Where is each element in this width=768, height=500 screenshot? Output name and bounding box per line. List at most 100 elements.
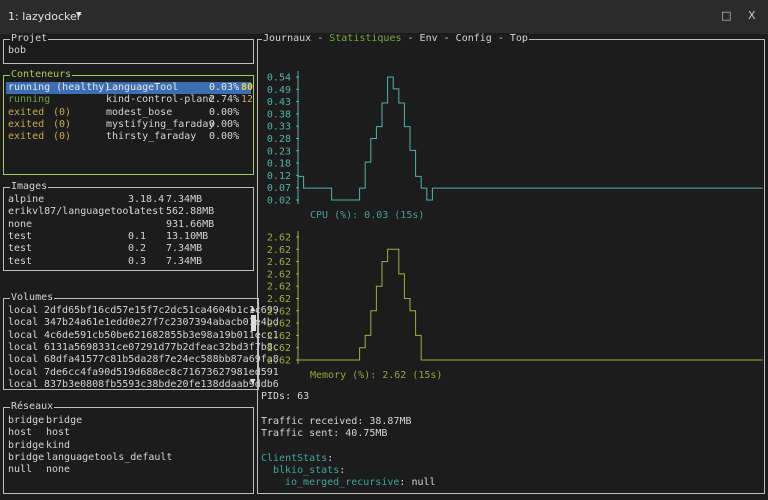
main-panel[interactable]: Journaux - Statistiques - Env - Config -… xyxy=(257,33,765,494)
io-merged-line: io_merged_recursive: null xyxy=(285,477,436,488)
volume-driver: local xyxy=(8,378,39,390)
volume-driver: local xyxy=(8,317,39,329)
y-tick-label: 0.18 xyxy=(267,159,291,170)
container-cpu: 0.00% xyxy=(209,106,240,118)
image-row[interactable]: erikvl87/languagetool latest 562.88MB xyxy=(6,206,251,218)
panel-title: Conteneurs xyxy=(10,69,73,81)
image-row[interactable]: test 0.2 7.34MB xyxy=(6,243,251,255)
container-cpu: 0.00% xyxy=(209,118,240,130)
container-name: thirsty_faraday xyxy=(106,131,197,143)
volume-name: 837b3e0808fb5593c38bde20fe138ddaab9ddb6 xyxy=(44,378,279,390)
volume-name: 6131a5698331ce07291d77b2dfeac32bd3f7b8c xyxy=(44,341,279,353)
container-row[interactable]: running (healthy) LanguageTool 0.03% 80 xyxy=(6,82,253,94)
volume-name: 4c6de591cb50be621682855b3e98a19b011ecc1 xyxy=(44,329,279,341)
container-exit-code: (0) xyxy=(53,106,72,118)
volume-name: 2dfd65bf16cd57e15f7c2dc51ca4604b1c1c699 xyxy=(44,305,279,316)
network-row[interactable]: null none xyxy=(6,464,251,476)
scroll-up-icon[interactable]: ▲ xyxy=(250,304,257,314)
panel-title: Réseaux xyxy=(10,401,55,413)
volume-row[interactable]: local 837b3e0808fb5593c38bde20fe138ddaab9… xyxy=(6,378,279,391)
traffic-received: Traffic received: 38.87MB xyxy=(261,416,412,427)
volume-driver: local xyxy=(8,354,39,366)
y-tick-label: 0.02 xyxy=(267,196,291,207)
client-stats-key: ClientStats xyxy=(261,453,328,464)
memory-chart: 2.622.622.622.622.622.622.622.622.622.62… xyxy=(267,231,763,381)
blkio-key: blkio_stats xyxy=(273,465,340,476)
y-tick-label: 2.62 xyxy=(267,282,291,293)
y-tick-label: 0.23 xyxy=(267,146,291,157)
panel-title: Volumes xyxy=(10,292,55,304)
image-name: test xyxy=(8,243,33,255)
container-row[interactable]: running kind-control-plane 2.74% 12 xyxy=(6,94,254,106)
window-titlebar: 1: lazydocker ▼ □ X xyxy=(0,0,768,34)
y-tick-label: 2.62 xyxy=(267,319,291,330)
image-row[interactable]: alpine 3.18.4 7.34MB xyxy=(6,194,251,206)
volume-name: 347b24a61e1edd0e27f7c2307394abacb01e4bd xyxy=(44,317,279,329)
maximize-icon[interactable]: □ xyxy=(721,9,731,22)
y-tick-label: 0.49 xyxy=(267,85,291,96)
image-name: test xyxy=(8,230,33,242)
image-size: 562.88MB xyxy=(166,206,215,218)
container-exit-code: (0) xyxy=(53,118,72,130)
network-name: none xyxy=(46,464,71,476)
network-row[interactable]: bridge languagetools_default xyxy=(6,452,251,464)
close-icon[interactable]: X xyxy=(748,9,756,22)
image-tag: 0.3 xyxy=(128,255,147,267)
container-status: exited xyxy=(8,131,45,143)
container-exit-code: (0) xyxy=(53,131,72,143)
images-panel[interactable]: Images alpine 3.18.4 7.34MB erikvl87/langua… xyxy=(3,181,254,271)
volume-row[interactable]: local 6131a5698331ce07291d77b2dfeac32bd3f… xyxy=(6,342,279,354)
containers-panel[interactable]: Conteneurs running (healthy) LanguageTool… xyxy=(3,69,254,175)
container-row[interactable]: exited (0) mystifying_faraday 0.00% xyxy=(6,119,251,131)
image-tag: 0.2 xyxy=(128,243,147,255)
image-row[interactable]: test 0.1 13.10MB xyxy=(6,231,251,243)
chart-title: Memory (%): 2.62 (15s) xyxy=(310,370,442,381)
image-row[interactable]: test 0.3 7.34MB xyxy=(6,256,251,268)
image-size: 7.34MB xyxy=(166,255,203,267)
network-row[interactable]: host host xyxy=(6,427,251,439)
volume-row[interactable]: local 7de6cc4fa90d519d688ec8c71673627981e… xyxy=(6,366,279,379)
y-tick-label: 2.62 xyxy=(267,245,291,256)
image-name: none xyxy=(8,218,33,230)
image-tag: 0.1 xyxy=(128,230,147,242)
y-tick-label: 2.62 xyxy=(267,294,291,305)
network-name: bridge xyxy=(46,415,83,426)
volume-row[interactable]: local 4c6de591cb50be621682855b3e98a19b011… xyxy=(6,330,279,342)
caret-down-icon[interactable]: ▼ xyxy=(76,10,81,20)
series-line xyxy=(298,248,763,361)
container-status: running (healthy) xyxy=(8,82,111,93)
network-name: host xyxy=(46,427,71,439)
panel-title: Images xyxy=(10,181,49,193)
container-name: mystifying_faraday xyxy=(106,118,215,130)
volume-row[interactable]: local 2dfd65bf16cd57e15f7c2dc51ca4604b1c1… xyxy=(6,305,279,317)
container-status: running xyxy=(8,94,51,106)
volume-row[interactable]: local 347b24a61e1edd0e27f7c2307394abacb01… xyxy=(6,317,279,329)
network-row[interactable]: bridge kind xyxy=(6,440,251,452)
project-panel[interactable]: Projet bob xyxy=(3,33,254,64)
project-name: bob xyxy=(8,45,27,56)
scrollbar-thumb[interactable] xyxy=(251,315,256,331)
network-driver: bridge xyxy=(8,415,45,426)
y-tick-label: 0.43 xyxy=(267,97,291,108)
y-tick-label: 0.33 xyxy=(267,122,291,133)
container-row[interactable]: exited (0) modest_bose 0.00% xyxy=(6,107,251,119)
pids-text: PIDs: 63 xyxy=(261,391,310,402)
client-stats-line: ClientStats: xyxy=(261,453,334,464)
container-status: exited xyxy=(8,118,45,130)
container-extra: 12 xyxy=(241,94,254,106)
image-row[interactable]: none 931.66MB xyxy=(6,219,251,231)
volume-driver: local xyxy=(8,366,39,378)
volumes-panel[interactable]: Volumes local 2dfd65bf16cd57e15f7c2dc51ca… xyxy=(3,292,279,391)
scroll-down-icon[interactable]: ▼ xyxy=(250,377,257,387)
panel-title: Projet xyxy=(10,33,49,45)
y-tick-label: 2.62 xyxy=(267,233,291,244)
volume-row[interactable]: local 68dfa41577c81b5da28f7e24ec588bb87a6… xyxy=(6,354,279,366)
networks-panel[interactable]: Réseaux bridge bridge host host bridge kind br… xyxy=(3,401,254,494)
network-row[interactable]: bridge bridge xyxy=(6,415,251,427)
container-row[interactable]: exited (0) thirsty_faraday 0.00% xyxy=(6,131,251,143)
container-cpu: 0.00% xyxy=(209,131,240,143)
blkio-line: blkio_stats: xyxy=(273,465,346,476)
container-name: modest_bose xyxy=(106,106,173,118)
network-driver: host xyxy=(8,427,33,439)
image-size: 7.34MB xyxy=(166,243,203,255)
